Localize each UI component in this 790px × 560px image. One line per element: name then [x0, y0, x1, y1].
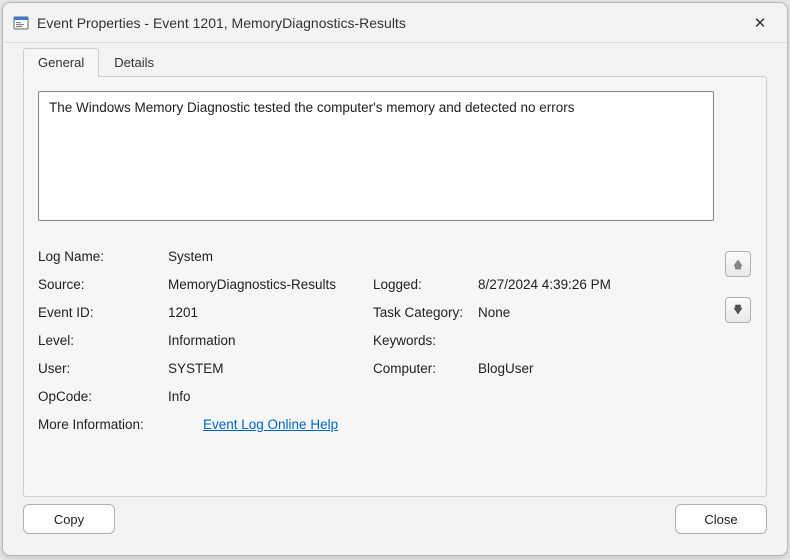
nav-buttons — [724, 91, 752, 482]
label-keywords: Keywords: — [373, 327, 478, 355]
row-moreinfo: More Information: Event Log Online Help — [38, 411, 710, 439]
tab-panel-general: The Windows Memory Diagnostic tested the… — [23, 76, 767, 497]
titlebar: Event Properties - Event 1201, MemoryDia… — [3, 3, 787, 43]
arrow-up-icon — [732, 258, 744, 270]
copy-button[interactable]: Copy — [23, 504, 115, 534]
label-moreinfo: More Information: — [38, 411, 203, 439]
label-user: User: — [38, 355, 168, 383]
row-source: Source: MemoryDiagnostics-Results Logged… — [38, 271, 710, 299]
tab-details[interactable]: Details — [99, 48, 169, 77]
row-eventid: Event ID: 1201 Task Category: None — [38, 299, 710, 327]
label-opcode: OpCode: — [38, 383, 168, 411]
row-user: User: SYSTEM Computer: BlogUser — [38, 355, 710, 383]
value-computer: BlogUser — [478, 355, 710, 383]
label-logname: Log Name: — [38, 243, 168, 271]
value-keywords — [478, 327, 710, 355]
close-window-button[interactable]: ✕ — [737, 3, 783, 43]
arrow-down-icon — [732, 304, 744, 316]
window-title: Event Properties - Event 1201, MemoryDia… — [37, 15, 737, 31]
label-taskcategory: Task Category: — [373, 299, 478, 327]
close-icon: ✕ — [754, 14, 767, 32]
row-logname: Log Name: System — [38, 243, 710, 271]
description-box[interactable]: The Windows Memory Diagnostic tested the… — [38, 91, 714, 221]
next-event-button[interactable] — [725, 297, 751, 323]
value-eventid: 1201 — [168, 299, 373, 327]
label-level: Level: — [38, 327, 168, 355]
label-logged: Logged: — [373, 271, 478, 299]
footer: Copy Close — [3, 497, 787, 555]
label-eventid: Event ID: — [38, 299, 168, 327]
tabs: General Details — [9, 44, 781, 77]
tab-general[interactable]: General — [23, 48, 99, 77]
link-event-log-online-help[interactable]: Event Log Online Help — [203, 411, 338, 439]
value-logged: 8/27/2024 4:39:26 PM — [478, 271, 710, 299]
properties-grid: Log Name: System Source: MemoryDiagnosti… — [38, 243, 714, 439]
value-opcode: Info — [168, 383, 373, 411]
value-level: Information — [168, 327, 373, 355]
label-source: Source: — [38, 271, 168, 299]
close-button[interactable]: Close — [675, 504, 767, 534]
panel-main: The Windows Memory Diagnostic tested the… — [38, 91, 714, 482]
app-icon — [13, 15, 29, 31]
row-opcode: OpCode: Info — [38, 383, 710, 411]
value-taskcategory: None — [478, 299, 710, 327]
value-source: MemoryDiagnostics-Results — [168, 271, 373, 299]
label-computer: Computer: — [373, 355, 478, 383]
prev-event-button[interactable] — [725, 251, 751, 277]
value-logname: System — [168, 243, 373, 271]
row-level: Level: Information Keywords: — [38, 327, 710, 355]
content-area: General Details The Windows Memory Diagn… — [3, 43, 787, 497]
event-properties-window: Event Properties - Event 1201, MemoryDia… — [2, 2, 788, 556]
value-user: SYSTEM — [168, 355, 373, 383]
